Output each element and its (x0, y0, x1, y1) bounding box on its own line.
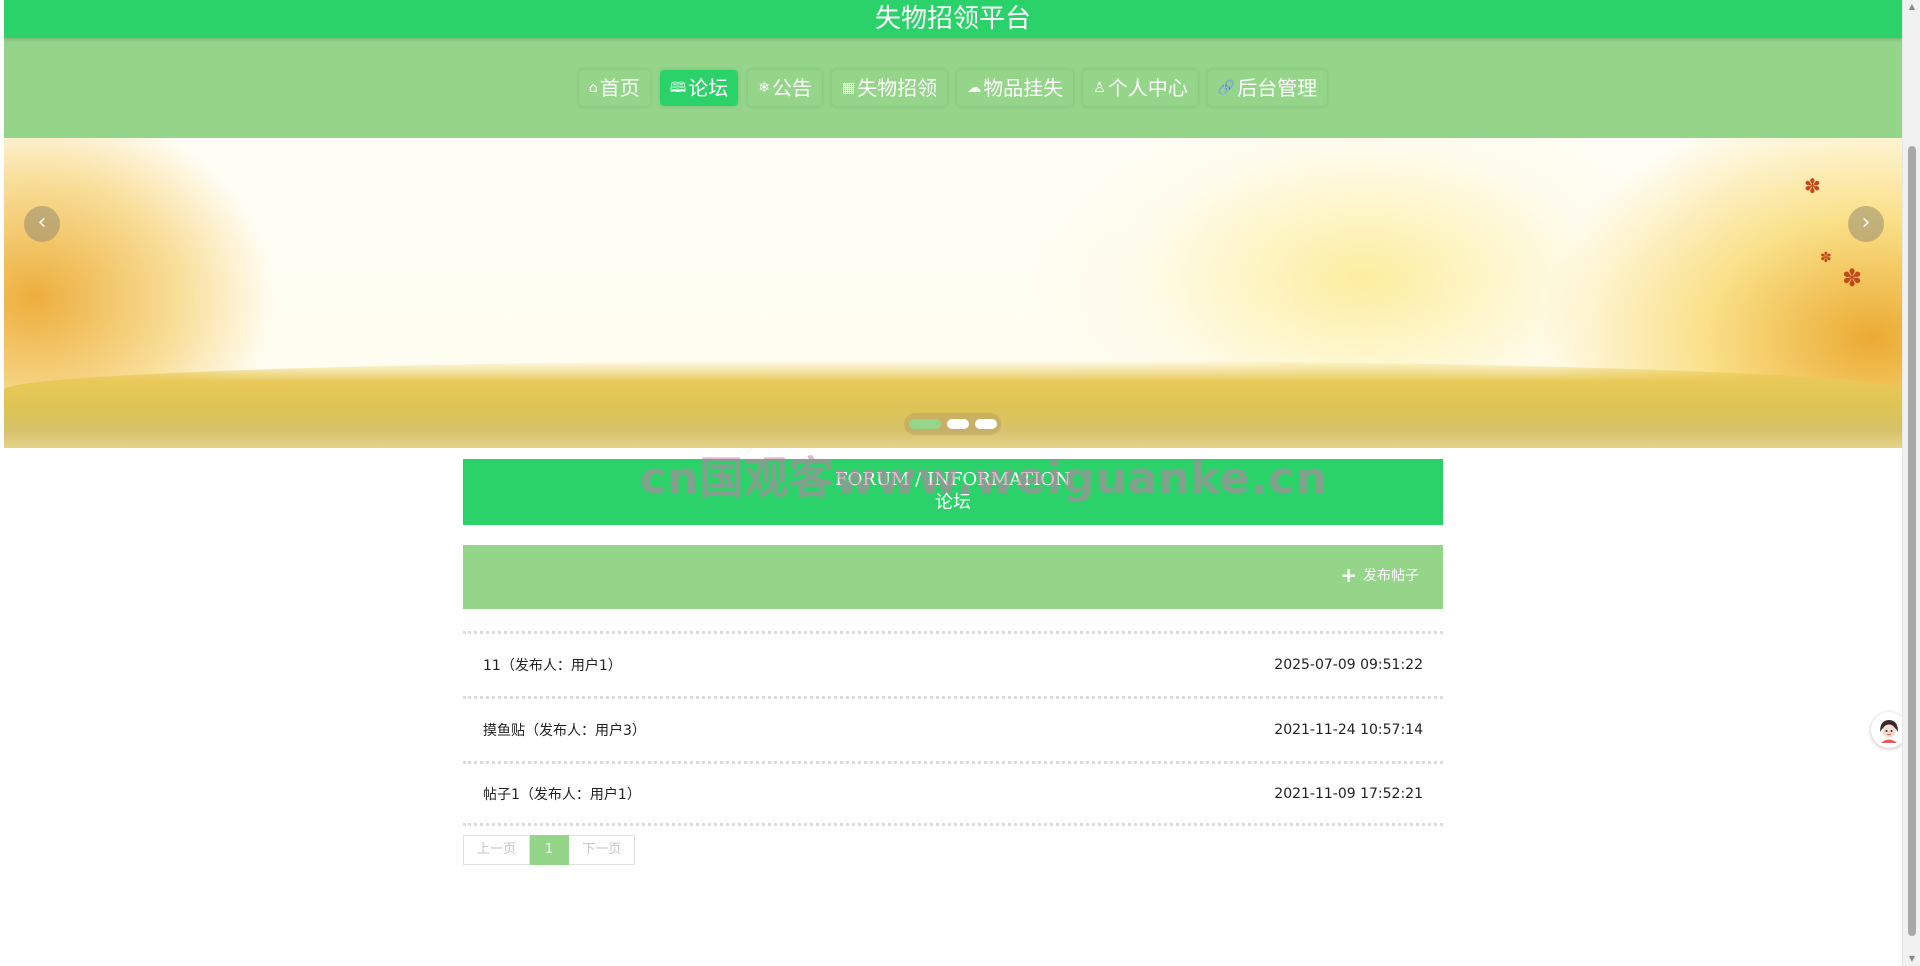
nav-item-label: 论坛 (688, 76, 729, 100)
plus-icon: + (1340, 563, 1357, 587)
post-row[interactable]: 11（发布人：用户1） 2025-07-09 09:51:22 (463, 631, 1443, 696)
home-icon: ⌂ (588, 80, 598, 96)
nav-item-label: 首页 (599, 76, 640, 100)
post-title[interactable]: 摸鱼贴（发布人：用户3） (483, 720, 646, 740)
banner-carousel: ✽ ✽ ✽ ‹ › (4, 138, 1902, 448)
scroll-up-arrow[interactable]: ▲ (1907, 2, 1917, 12)
forum-content: FORUM / INFORMATION 论坛 + 发布帖子 11（发布人：用户1… (463, 459, 1443, 865)
scroll-down-arrow[interactable]: ▼ (1907, 954, 1917, 964)
carousel-prev-button[interactable]: ‹ (24, 206, 60, 242)
grid-icon: ▦ (841, 80, 856, 96)
leaf-decoration: ✽ (1820, 250, 1832, 266)
nav-item-lost-found[interactable]: ▦ 失物招领 (831, 70, 948, 106)
pagination: 上一页 1 下一页 (463, 835, 1443, 865)
snowflake-icon: ❄ (758, 80, 770, 96)
nav-item-label: 公告 (771, 76, 812, 100)
post-time: 2021-11-09 17:52:21 (1274, 785, 1423, 802)
leaf-decoration: ✽ (1804, 174, 1821, 198)
vertical-scrollbar[interactable]: ▲ ▼ (1902, 0, 1920, 966)
prev-page-button[interactable]: 上一页 (463, 835, 531, 865)
section-header: FORUM / INFORMATION 论坛 (463, 459, 1443, 525)
page-number-current[interactable]: 1 (530, 835, 570, 865)
carousel-indicators (904, 413, 1001, 435)
carousel-dot[interactable] (946, 419, 969, 429)
section-english-title: FORUM / INFORMATION (835, 469, 1071, 490)
site-title: 失物招领平台 (4, 0, 1902, 38)
nav-item-profile[interactable]: ♙ 个人中心 (1083, 70, 1198, 106)
post-title[interactable]: 11（发布人：用户1） (483, 655, 622, 675)
carousel-next-button[interactable]: › (1848, 206, 1884, 242)
avatar-icon (1875, 716, 1902, 744)
next-page-button[interactable]: 下一页 (569, 835, 636, 865)
publish-post-label: 发布帖子 (1363, 568, 1419, 584)
user-icon: ♙ (1093, 80, 1106, 96)
nav-item-admin[interactable]: 🔗 后台管理 (1207, 70, 1328, 106)
post-title[interactable]: 帖子1（发布人：用户1） (483, 784, 641, 804)
post-row[interactable]: 摸鱼贴（发布人：用户3） 2021-11-24 10:57:14 (463, 696, 1443, 761)
nav-item-report-lost[interactable]: ☁ 物品挂失 (957, 70, 1074, 106)
nav-item-label: 个人中心 (1107, 76, 1188, 100)
nav-item-label: 物品挂失 (983, 76, 1064, 100)
nav-item-announcement[interactable]: ❄ 公告 (748, 70, 822, 106)
post-row[interactable]: 帖子1（发布人：用户1） 2021-11-09 17:52:21 (463, 761, 1443, 826)
carousel-dot[interactable] (974, 419, 997, 429)
nav-item-forum[interactable]: 🕮 论坛 (659, 70, 739, 106)
page: 失物招领平台 ⌂ 首页 🕮 论坛 ❄ 公告 ▦ 失物招领 ☁ 物品挂失 ♙ 个人… (4, 0, 1902, 966)
nav-item-label: 失物招领 (857, 76, 938, 100)
scrollbar-thumb[interactable] (1908, 146, 1916, 936)
publish-post-button[interactable]: + 发布帖子 (1340, 565, 1419, 585)
link-icon: 🔗 (1217, 80, 1236, 96)
post-time: 2021-11-24 10:57:14 (1274, 722, 1423, 738)
post-time: 2025-07-09 09:51:22 (1274, 657, 1423, 673)
section-chinese-title: 论坛 (935, 492, 971, 513)
forum-toolbar: + 发布帖子 (463, 545, 1443, 609)
leaf-decoration: ✽ (1842, 264, 1863, 292)
carousel-dot[interactable] (908, 419, 941, 429)
main-nav: ⌂ 首页 🕮 论坛 ❄ 公告 ▦ 失物招领 ☁ 物品挂失 ♙ 个人中心 🔗 后台… (4, 38, 1902, 138)
book-icon: 🕮 (669, 80, 687, 96)
nav-item-label: 后台管理 (1237, 76, 1318, 100)
chat-avatar-button[interactable] (1871, 712, 1902, 748)
post-list: 11（发布人：用户1） 2025-07-09 09:51:22 摸鱼贴（发布人：… (463, 631, 1443, 826)
cloud-icon: ☁ (967, 80, 982, 96)
nav-item-home[interactable]: ⌂ 首页 (578, 70, 650, 106)
